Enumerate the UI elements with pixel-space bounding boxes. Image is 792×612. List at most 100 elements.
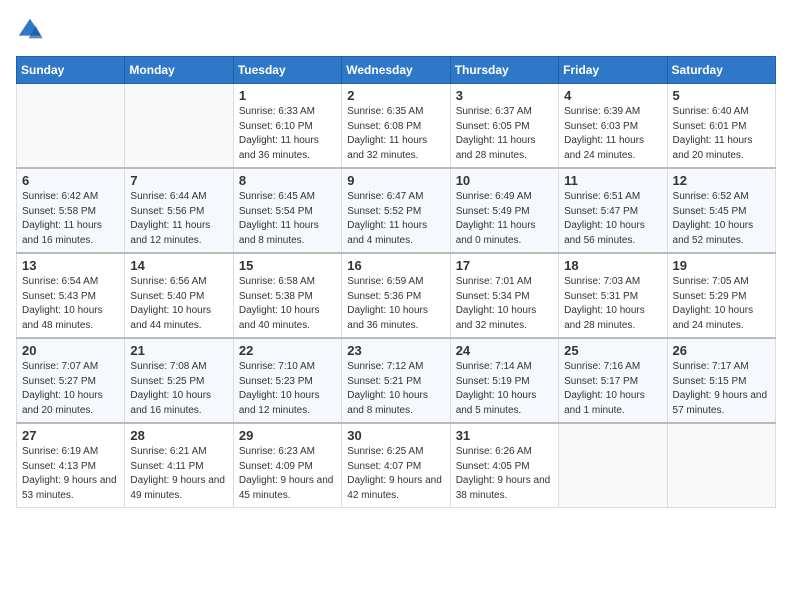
day-info: Sunrise: 6:39 AM Sunset: 6:03 PM Dayligh… — [564, 105, 661, 163]
calendar-cell: 26Sunrise: 7:17 AM Sunset: 5:15 PM Dayli… — [667, 338, 775, 423]
calendar-cell: 2 Sunrise: 6:35 AM Sunset: 6:08 PM Daylig… — [342, 84, 450, 169]
day-number: 21 — [130, 343, 227, 358]
day-number: 29 — [239, 428, 336, 443]
calendar-cell: 18 Sunrise: 7:03 AM Sunset: 5:31 PM Dayli… — [559, 253, 667, 338]
day-info: Sunrise: 6:58 AM Sunset: 5:38 PM Dayligh… — [239, 275, 336, 333]
page-header — [16, 16, 776, 44]
day-number: 13 — [22, 258, 119, 273]
calendar-cell: 16Sunrise: 6:59 AM Sunset: 5:36 PM Dayli… — [342, 253, 450, 338]
day-number: 9 — [347, 173, 444, 188]
day-number: 20 — [22, 343, 119, 358]
calendar-cell: 27 Sunrise: 6:19 AM Sunset: 4:13 PM Dayli… — [17, 423, 125, 508]
day-info: Sunrise: 6:23 AM Sunset: 4:09 PM Dayligh… — [239, 445, 336, 503]
calendar-week-row: 1Sunrise: 6:33 AM Sunset: 6:10 PM Daylig… — [17, 84, 776, 169]
day-number: 15 — [239, 258, 336, 273]
day-number: 16 — [347, 258, 444, 273]
day-header-sunday: Sunday — [17, 57, 125, 84]
calendar-cell: 23Sunrise: 7:12 AM Sunset: 5:21 PM Dayli… — [342, 338, 450, 423]
day-info: Sunrise: 7:16 AM Sunset: 5:17 PM Dayligh… — [564, 360, 661, 418]
day-number: 14 — [130, 258, 227, 273]
day-header-wednesday: Wednesday — [342, 57, 450, 84]
calendar-cell — [559, 423, 667, 508]
calendar-cell: 3 Sunrise: 6:37 AM Sunset: 6:05 PM Daylig… — [450, 84, 558, 169]
calendar-table: SundayMondayTuesdayWednesdayThursdayFrid… — [16, 56, 776, 508]
calendar-cell: 20 Sunrise: 7:07 AM Sunset: 5:27 PM Dayli… — [17, 338, 125, 423]
day-info: Sunrise: 7:07 AM Sunset: 5:27 PM Dayligh… — [22, 360, 119, 418]
calendar-cell: 29 Sunrise: 6:23 AM Sunset: 4:09 PM Dayli… — [233, 423, 341, 508]
logo — [16, 16, 48, 44]
calendar-cell: 12 Sunrise: 6:52 AM Sunset: 5:45 PM Dayli… — [667, 168, 775, 253]
day-info: Sunrise: 6:56 AM Sunset: 5:40 PM Dayligh… — [130, 275, 227, 333]
day-info: Sunrise: 6:49 AM Sunset: 5:49 PM Dayligh… — [456, 190, 553, 248]
calendar-cell: 13 Sunrise: 6:54 AM Sunset: 5:43 PM Dayli… — [17, 253, 125, 338]
calendar-cell — [125, 84, 233, 169]
day-number: 22 — [239, 343, 336, 358]
day-number: 3 — [456, 88, 553, 103]
day-number: 27 — [22, 428, 119, 443]
calendar-cell: 19 Sunrise: 7:05 AM Sunset: 5:29 PM Dayli… — [667, 253, 775, 338]
day-number: 8 — [239, 173, 336, 188]
day-info: Sunrise: 6:42 AM Sunset: 5:58 PM Dayligh… — [22, 190, 119, 248]
day-info: Sunrise: 7:14 AM Sunset: 5:19 PM Dayligh… — [456, 360, 553, 418]
day-number: 30 — [347, 428, 444, 443]
day-info: Sunrise: 7:05 AM Sunset: 5:29 PM Dayligh… — [673, 275, 770, 333]
day-info: Sunrise: 7:03 AM Sunset: 5:31 PM Dayligh… — [564, 275, 661, 333]
day-number: 1 — [239, 88, 336, 103]
day-info: Sunrise: 6:45 AM Sunset: 5:54 PM Dayligh… — [239, 190, 336, 248]
day-header-monday: Monday — [125, 57, 233, 84]
day-number: 19 — [673, 258, 770, 273]
day-info: Sunrise: 6:54 AM Sunset: 5:43 PM Dayligh… — [22, 275, 119, 333]
day-number: 12 — [673, 173, 770, 188]
day-header-friday: Friday — [559, 57, 667, 84]
day-number: 7 — [130, 173, 227, 188]
day-header-tuesday: Tuesday — [233, 57, 341, 84]
day-number: 5 — [673, 88, 770, 103]
calendar-cell: 31 Sunrise: 6:26 AM Sunset: 4:05 PM Dayli… — [450, 423, 558, 508]
day-info: Sunrise: 7:17 AM Sunset: 5:15 PM Dayligh… — [673, 360, 770, 418]
calendar-cell: 28Sunrise: 6:21 AM Sunset: 4:11 PM Dayli… — [125, 423, 233, 508]
day-number: 23 — [347, 343, 444, 358]
calendar-cell: 17Sunrise: 7:01 AM Sunset: 5:34 PM Dayli… — [450, 253, 558, 338]
day-info: Sunrise: 6:40 AM Sunset: 6:01 PM Dayligh… — [673, 105, 770, 163]
calendar-cell: 9Sunrise: 6:47 AM Sunset: 5:52 PM Daylig… — [342, 168, 450, 253]
day-header-saturday: Saturday — [667, 57, 775, 84]
calendar-cell: 24Sunrise: 7:14 AM Sunset: 5:19 PM Dayli… — [450, 338, 558, 423]
day-info: Sunrise: 6:35 AM Sunset: 6:08 PM Dayligh… — [347, 105, 444, 163]
day-info: Sunrise: 6:37 AM Sunset: 6:05 PM Dayligh… — [456, 105, 553, 163]
calendar-cell: 15 Sunrise: 6:58 AM Sunset: 5:38 PM Dayli… — [233, 253, 341, 338]
calendar-cell: 11 Sunrise: 6:51 AM Sunset: 5:47 PM Dayli… — [559, 168, 667, 253]
calendar-cell — [667, 423, 775, 508]
day-info: Sunrise: 7:08 AM Sunset: 5:25 PM Dayligh… — [130, 360, 227, 418]
calendar-cell: 4 Sunrise: 6:39 AM Sunset: 6:03 PM Daylig… — [559, 84, 667, 169]
calendar-week-row: 13 Sunrise: 6:54 AM Sunset: 5:43 PM Dayli… — [17, 253, 776, 338]
day-number: 31 — [456, 428, 553, 443]
day-number: 4 — [564, 88, 661, 103]
day-number: 2 — [347, 88, 444, 103]
day-number: 25 — [564, 343, 661, 358]
day-info: Sunrise: 6:25 AM Sunset: 4:07 PM Dayligh… — [347, 445, 444, 503]
calendar-cell: 30 Sunrise: 6:25 AM Sunset: 4:07 PM Dayli… — [342, 423, 450, 508]
day-number: 10 — [456, 173, 553, 188]
calendar-cell — [17, 84, 125, 169]
calendar-week-row: 6Sunrise: 6:42 AM Sunset: 5:58 PM Daylig… — [17, 168, 776, 253]
day-info: Sunrise: 6:19 AM Sunset: 4:13 PM Dayligh… — [22, 445, 119, 503]
day-number: 28 — [130, 428, 227, 443]
day-number: 11 — [564, 173, 661, 188]
day-header-thursday: Thursday — [450, 57, 558, 84]
calendar-cell: 1Sunrise: 6:33 AM Sunset: 6:10 PM Daylig… — [233, 84, 341, 169]
day-info: Sunrise: 6:51 AM Sunset: 5:47 PM Dayligh… — [564, 190, 661, 248]
calendar-cell: 5 Sunrise: 6:40 AM Sunset: 6:01 PM Daylig… — [667, 84, 775, 169]
logo-icon — [16, 16, 44, 44]
calendar-header-row: SundayMondayTuesdayWednesdayThursdayFrid… — [17, 57, 776, 84]
calendar-cell: 25 Sunrise: 7:16 AM Sunset: 5:17 PM Dayli… — [559, 338, 667, 423]
day-number: 17 — [456, 258, 553, 273]
calendar-cell: 21 Sunrise: 7:08 AM Sunset: 5:25 PM Dayli… — [125, 338, 233, 423]
day-info: Sunrise: 6:26 AM Sunset: 4:05 PM Dayligh… — [456, 445, 553, 503]
day-info: Sunrise: 7:10 AM Sunset: 5:23 PM Dayligh… — [239, 360, 336, 418]
day-info: Sunrise: 6:52 AM Sunset: 5:45 PM Dayligh… — [673, 190, 770, 248]
calendar-cell: 22 Sunrise: 7:10 AM Sunset: 5:23 PM Dayli… — [233, 338, 341, 423]
calendar-cell: 6Sunrise: 6:42 AM Sunset: 5:58 PM Daylig… — [17, 168, 125, 253]
day-number: 18 — [564, 258, 661, 273]
calendar-cell: 7 Sunrise: 6:44 AM Sunset: 5:56 PM Daylig… — [125, 168, 233, 253]
day-info: Sunrise: 6:44 AM Sunset: 5:56 PM Dayligh… — [130, 190, 227, 248]
